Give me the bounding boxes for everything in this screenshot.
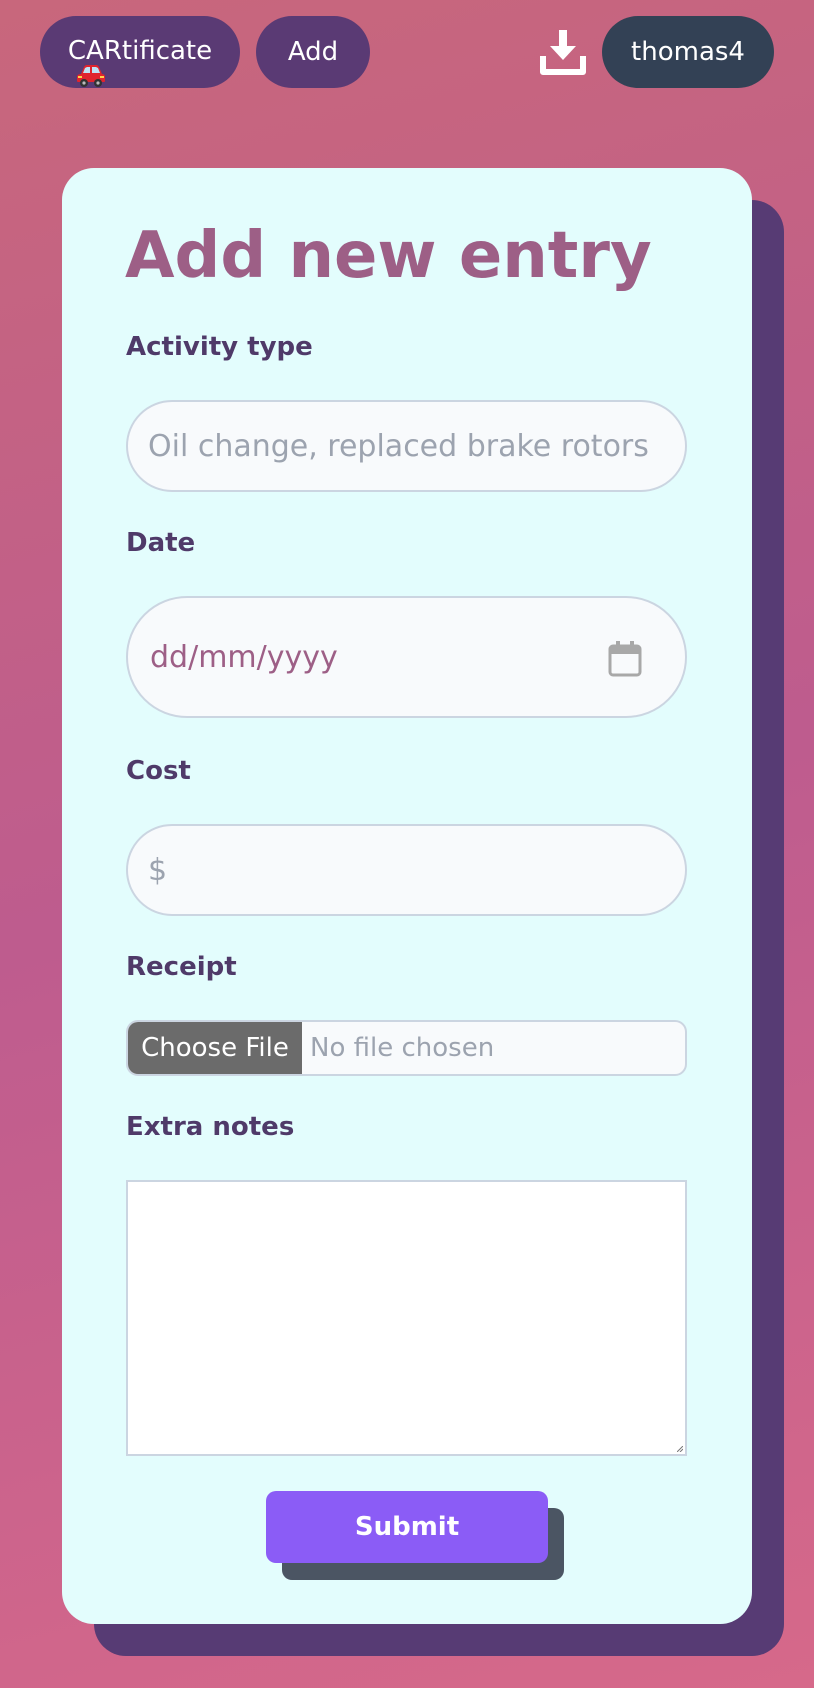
page-title: Add new entry — [125, 219, 652, 293]
date-input[interactable]: dd/mm/yyyy — [126, 596, 687, 718]
choose-file-button[interactable]: Choose File — [128, 1022, 302, 1074]
file-status: No file chosen — [310, 1033, 495, 1063]
receipt-label: Receipt — [126, 952, 237, 982]
brand-label: CARtificate — [67, 36, 213, 66]
brand-button[interactable]: CARtificate — [40, 16, 240, 88]
calendar-icon[interactable] — [607, 640, 643, 678]
download-icon[interactable] — [540, 28, 586, 76]
activity-type-label: Activity type — [126, 332, 313, 362]
cost-input[interactable]: $ — [126, 824, 687, 916]
activity-type-placeholder: Oil change, replaced brake rotors — [148, 428, 649, 464]
add-entry-card: Add new entry Activity type Oil change, … — [62, 168, 752, 1624]
resize-grip-icon[interactable] — [677, 1446, 683, 1452]
add-button[interactable]: Add — [256, 16, 370, 88]
add-button-label: Add — [287, 37, 339, 67]
extra-notes-textarea[interactable] — [126, 1180, 687, 1456]
cost-label: Cost — [126, 756, 191, 786]
date-label: Date — [126, 528, 196, 558]
user-menu-button[interactable]: thomas4 — [602, 16, 774, 88]
user-name: thomas4 — [631, 37, 745, 67]
cost-placeholder: $ — [148, 852, 168, 888]
submit-button[interactable]: Submit — [266, 1491, 548, 1563]
activity-type-input[interactable]: Oil change, replaced brake rotors — [126, 400, 687, 492]
extra-notes-label: Extra notes — [126, 1112, 295, 1142]
date-placeholder: dd/mm/yyyy — [150, 639, 338, 675]
car-icon — [77, 65, 105, 87]
receipt-file-input[interactable]: Choose File No file chosen — [126, 1020, 687, 1076]
